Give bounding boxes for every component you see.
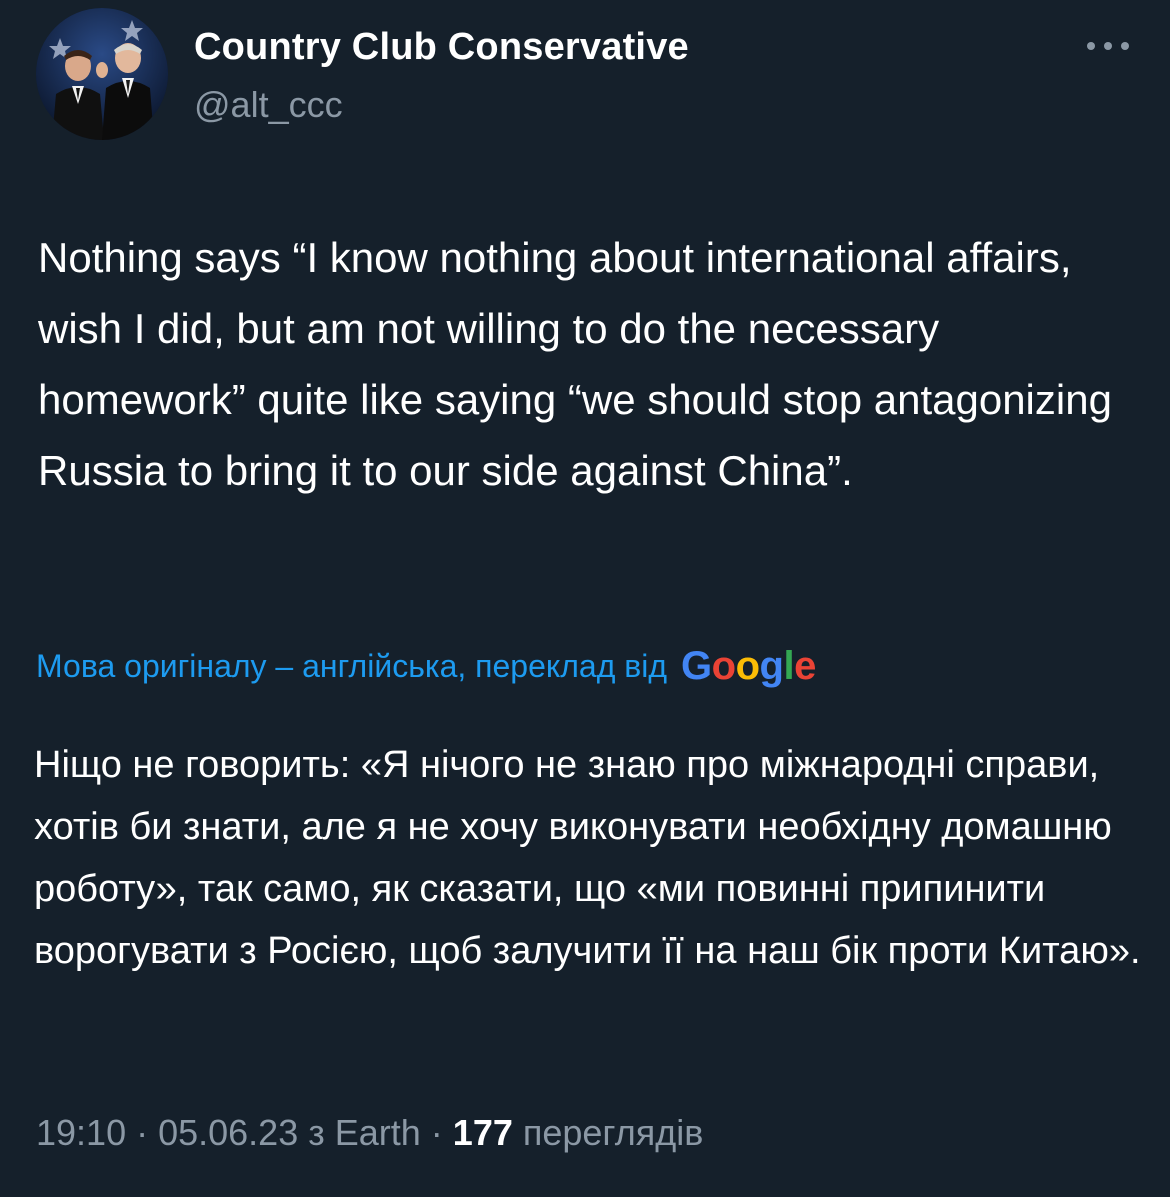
google-logo: Google (681, 644, 816, 689)
display-name[interactable]: Country Club Conservative (194, 26, 689, 69)
tweet-date[interactable]: 05.06.23 (158, 1112, 298, 1153)
user-handle[interactable]: @alt_ccc (194, 84, 343, 126)
source-prefix: з (298, 1112, 335, 1153)
google-logo-letter: o (711, 643, 736, 688)
meta-separator: · (126, 1112, 159, 1153)
more-options-icon (1087, 42, 1129, 50)
views-count[interactable]: 177 (453, 1112, 513, 1153)
tweet-source: Earth (334, 1112, 421, 1153)
tweet-text: Nothing says “I know nothing about inter… (38, 234, 1112, 494)
more-options-button[interactable] (1082, 28, 1134, 64)
avatar[interactable] (36, 8, 168, 140)
google-logo-letter: o (735, 643, 760, 688)
translation-label: Мова оригіналу – англійська, переклад ві… (36, 647, 668, 684)
tweet-detail: Country Club Conservative @alt_ccc Nothi… (0, 0, 1170, 1197)
google-logo-letter: l (783, 643, 795, 688)
translation-attribution[interactable]: Мова оригіналу – англійська, переклад ві… (36, 640, 816, 692)
avatar-photo-icon (36, 8, 168, 140)
google-logo-letter: g (759, 643, 784, 688)
tweet-time[interactable]: 19:10 (36, 1112, 126, 1153)
google-logo-letter: e (794, 643, 816, 688)
google-logo-letter: G (681, 643, 712, 688)
translated-text: Ніщо не говорить: «Я нічого не знаю про … (34, 744, 1141, 972)
tweet-meta: 19:10 · 05.06.23 з Earth · 177 перегляді… (36, 1112, 703, 1154)
views-label[interactable]: переглядів (513, 1112, 704, 1153)
meta-separator: · (420, 1112, 453, 1153)
